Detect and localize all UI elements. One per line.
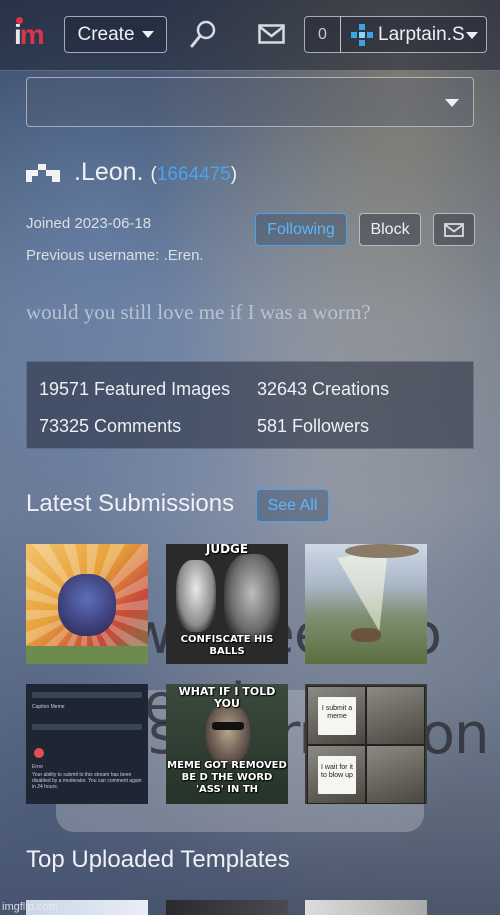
- thumbnail-art: [337, 547, 405, 637]
- thumbnail-art: [32, 692, 142, 698]
- profile-avatar: [26, 164, 60, 182]
- meme-caption: I wait for it to blow up: [318, 756, 356, 794]
- chevron-down-icon: [445, 99, 459, 107]
- template-thumbnail[interactable]: [166, 900, 288, 915]
- meme-caption: JUDGE: [205, 544, 249, 556]
- imgflip-logo[interactable]: im: [14, 17, 45, 51]
- mail-icon: [444, 222, 464, 237]
- create-button[interactable]: Create: [64, 16, 167, 53]
- submission-thumbnail[interactable]: I submit a meme I wait for it to blow up: [305, 684, 427, 804]
- thumbnail-art: [206, 704, 250, 764]
- stat-followers[interactable]: 581 Followers: [257, 416, 369, 437]
- meme-caption: CONFISCATE HIS BALLS: [180, 634, 274, 657]
- previous-username: Previous username: .Eren.: [26, 247, 204, 264]
- profile-id-link[interactable]: 1664475: [157, 164, 231, 185]
- chevron-down-icon: [466, 32, 478, 39]
- meme-caption: WHAT IF I TOLD YOU: [178, 685, 276, 710]
- thumbnail-art: [345, 544, 419, 558]
- notifications-button[interactable]: 0: [304, 16, 341, 53]
- profile-bio: would you still love me if I was a worm?: [26, 300, 371, 324]
- thumbnail-art: [351, 628, 381, 642]
- thumbnail-art: [224, 554, 280, 642]
- stat-featured-images[interactable]: 19571 Featured Images: [39, 379, 230, 400]
- username: Larptain.S: [378, 23, 465, 45]
- see-all-button[interactable]: See All: [256, 489, 329, 522]
- joined-date: Joined 2023-06-18: [26, 215, 152, 232]
- notifications-count: 0: [318, 25, 327, 43]
- thumbnail-art: [32, 724, 142, 730]
- profile-display-name: .Leon.: [74, 158, 144, 186]
- thumbnail-art: [58, 574, 116, 636]
- thumbnail-art: I wait for it to blow up: [307, 745, 366, 804]
- meme-caption: MEME GOT REMOVED BE D THE WORD 'ASS' IN …: [167, 760, 287, 795]
- profile-stats: 19571 Featured Images 32643 Creations 73…: [26, 361, 474, 449]
- meme-caption: Error: [32, 764, 44, 770]
- user-avatar-icon: [351, 23, 373, 46]
- stat-creations[interactable]: 32643 Creations: [257, 379, 389, 400]
- thumbnail-art: [26, 646, 148, 664]
- meme-caption: Your ability to submit to this stream ha…: [32, 772, 142, 790]
- thumbnail-art: [366, 686, 425, 745]
- meme-caption: I submit a meme: [318, 697, 356, 735]
- thumbnail-art: I submit a meme: [307, 686, 366, 745]
- mail-icon[interactable]: [258, 24, 285, 44]
- thumbnail-art: [34, 748, 44, 758]
- block-button[interactable]: Block: [359, 213, 421, 246]
- thumbnail-art: [176, 560, 216, 632]
- submission-thumbnail[interactable]: WHAT IF I TOLD YOU MEME GOT REMOVED BE D…: [166, 684, 288, 804]
- user-menu-button[interactable]: Larptain.S: [340, 16, 487, 53]
- message-button[interactable]: [433, 213, 475, 246]
- template-thumbnail[interactable]: [305, 900, 427, 915]
- create-label: Create: [77, 23, 135, 45]
- submission-thumbnail[interactable]: JUDGE CONFISCATE HIS BALLS: [166, 544, 288, 664]
- stream-select[interactable]: [26, 77, 474, 127]
- search-icon[interactable]: [190, 20, 216, 48]
- submission-thumbnail[interactable]: [305, 544, 427, 664]
- submission-thumbnail[interactable]: Caption Meme Error Your ability to submi…: [26, 684, 148, 804]
- watermark: imgflip.com: [2, 901, 58, 913]
- thumbnail-art: [212, 722, 244, 730]
- submission-thumbnail[interactable]: [26, 544, 148, 664]
- thumbnail-art: [366, 745, 425, 804]
- profile-name: .Leon. (1664475): [74, 158, 238, 186]
- meme-caption: Caption Meme: [32, 704, 65, 710]
- top-templates-title: Top Uploaded Templates: [26, 846, 290, 873]
- chevron-down-icon: [141, 31, 154, 38]
- top-navbar: im Create 0 Larptain.S: [0, 0, 500, 71]
- stat-comments[interactable]: 73325 Comments: [39, 416, 181, 437]
- following-button[interactable]: Following: [255, 213, 347, 246]
- latest-submissions-title: Latest Submissions: [26, 490, 235, 517]
